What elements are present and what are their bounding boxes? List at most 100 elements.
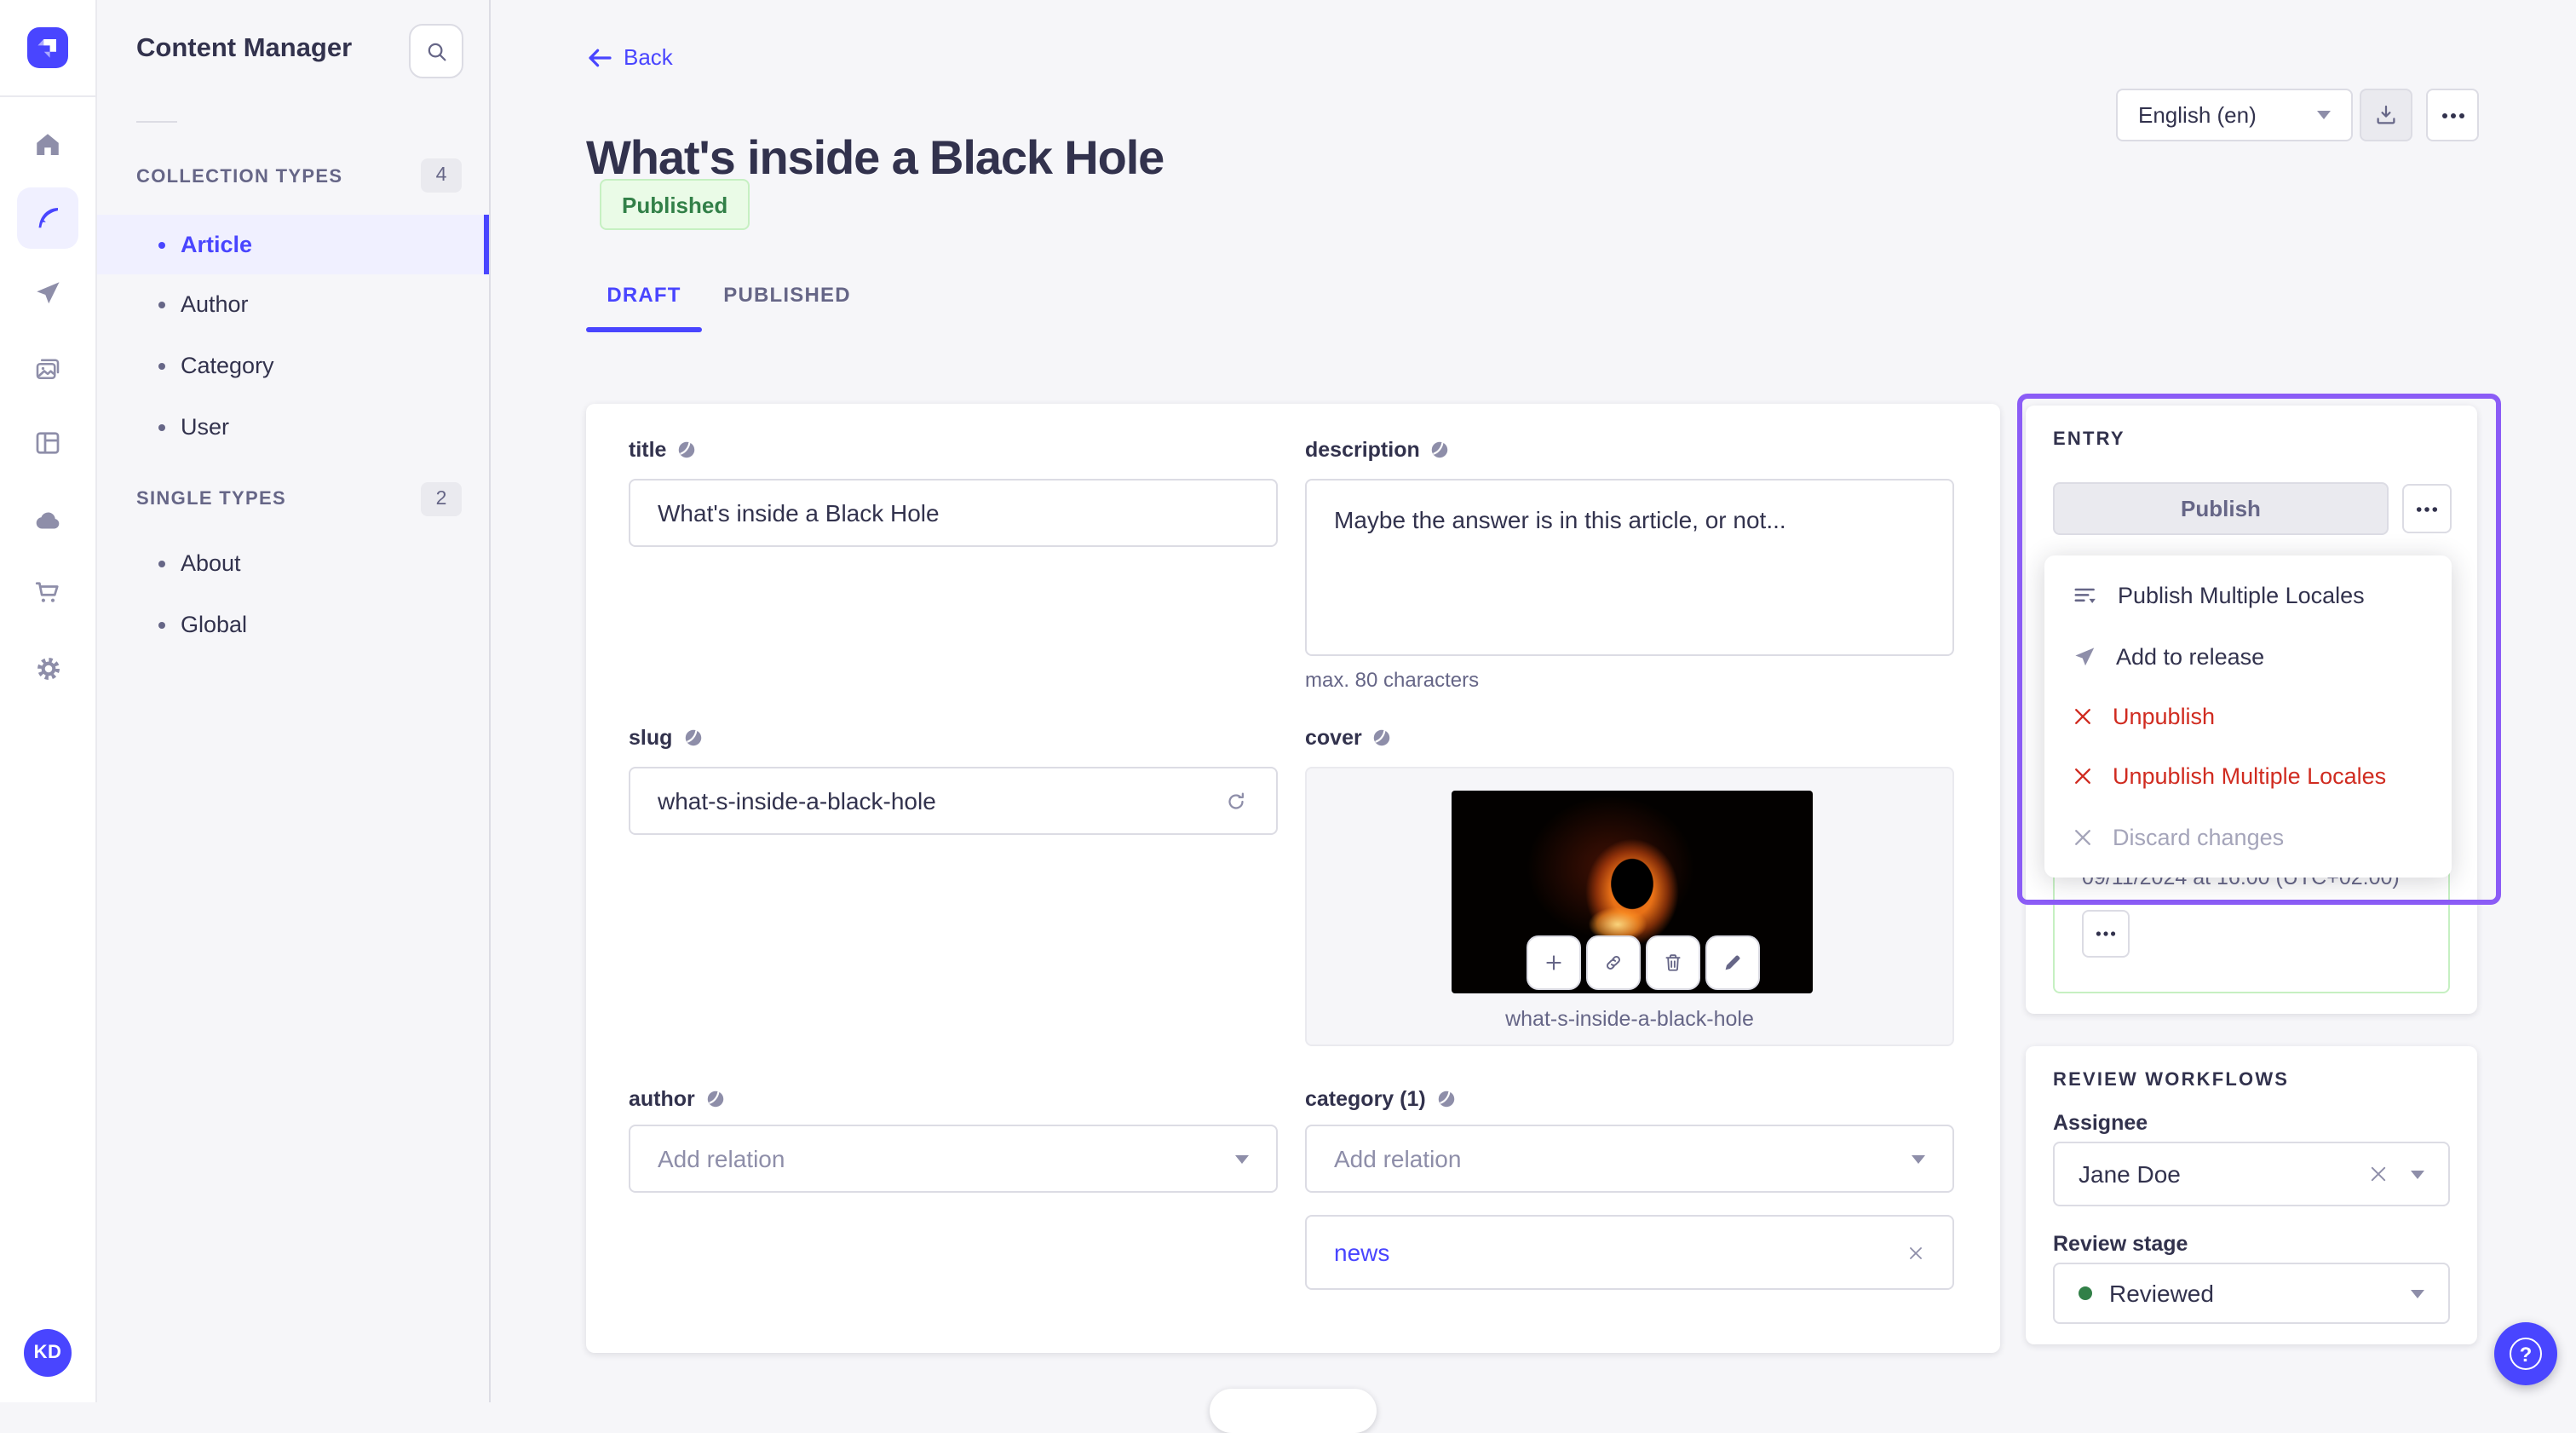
sidebar-item-about[interactable]: About <box>95 533 489 593</box>
sidebar-item-author[interactable]: Author <box>95 274 489 334</box>
stage-status-dot <box>2079 1286 2092 1300</box>
review-stage-select[interactable]: Reviewed <box>2053 1263 2450 1324</box>
chevron-down-icon <box>2411 1170 2424 1178</box>
plus-icon <box>1546 955 1561 970</box>
sidebar-item-global[interactable]: Global <box>95 595 489 654</box>
section-collection-types: COLLECTION TYPES <box>136 167 343 187</box>
collection-types-count-badge: 4 <box>421 158 462 193</box>
clear-assignee-icon[interactable] <box>2368 1164 2389 1184</box>
delete-media-button[interactable] <box>1646 935 1700 990</box>
field-label-text: description <box>1305 438 1420 462</box>
menu-item-unpublish-multiple-locales[interactable]: Unpublish Multiple Locales <box>2044 746 2452 807</box>
locale-select[interactable]: English (en) <box>2116 89 2353 141</box>
marketplace-cart-icon[interactable] <box>17 562 78 624</box>
tab-published[interactable]: PUBLISHED <box>722 276 852 314</box>
app-viewport: KD Content Manager COLLECTION TYPES 4 Ar… <box>0 0 2576 1433</box>
slug-input[interactable]: what-s-inside-a-black-hole <box>629 767 1278 835</box>
title-input[interactable]: What's inside a Black Hole <box>629 479 1278 547</box>
menu-item-label: Publish Multiple Locales <box>2118 583 2365 609</box>
menu-item-discard-changes[interactable]: Discard changes <box>2044 807 2452 867</box>
field-label-text: title <box>629 438 667 462</box>
search-button[interactable] <box>409 24 463 78</box>
locale-value: English (en) <box>2138 102 2257 128</box>
menu-item-add-to-release[interactable]: Add to release <box>2044 626 2452 687</box>
header-more-button[interactable] <box>2426 89 2479 141</box>
tab-draft[interactable]: DRAFT <box>586 276 702 314</box>
bullet-icon <box>158 423 165 430</box>
menu-item-label: Unpublish <box>2113 703 2216 729</box>
assignee-value: Jane Doe <box>2079 1160 2181 1188</box>
review-panel-heading: REVIEW WORKFLOWS <box>2053 1070 2290 1091</box>
assignee-label: Assignee <box>2053 1111 2148 1135</box>
category-field-label: category (1) <box>1305 1087 1457 1111</box>
content-manager-sidebar: Content Manager COLLECTION TYPES 4 Artic… <box>95 0 491 1402</box>
globe-icon <box>707 1091 724 1108</box>
regenerate-icon[interactable] <box>1223 788 1249 814</box>
menu-item-label: Unpublish Multiple Locales <box>2113 763 2387 790</box>
question-mark-icon: ? <box>2510 1338 2542 1370</box>
page-title: What's inside a Black Hole <box>586 130 1164 184</box>
link-icon <box>1607 956 1620 970</box>
assignee-combobox[interactable]: Jane Doe <box>2053 1142 2450 1206</box>
remove-relation-icon[interactable] <box>1906 1243 1925 1262</box>
cover-caption: what-s-inside-a-black-hole <box>1505 1007 1754 1031</box>
title-input-value: What's inside a Black Hole <box>658 499 940 527</box>
bottom-floating-widget[interactable] <box>1210 1389 1377 1433</box>
home-icon[interactable] <box>17 114 78 176</box>
back-arrow-icon <box>589 48 612 66</box>
list-plus-icon <box>2074 588 2096 603</box>
sidebar-item-label: User <box>181 414 230 440</box>
description-helper: max. 80 characters <box>1305 668 1480 692</box>
cross-icon <box>2075 708 2090 724</box>
description-textarea[interactable]: Maybe the answer is in this article, or … <box>1305 479 1954 656</box>
export-button[interactable] <box>2360 89 2412 141</box>
chevron-down-icon <box>1235 1154 1249 1163</box>
content-type-builder-icon[interactable] <box>17 412 78 474</box>
release-more-button[interactable] <box>2082 910 2130 958</box>
chevron-down-icon <box>2411 1289 2424 1298</box>
back-label: Back <box>624 44 673 70</box>
cover-toolbar <box>1527 935 1760 990</box>
slug-input-value: what-s-inside-a-black-hole <box>658 787 936 814</box>
publish-actions-menu: Publish Multiple Locales Add to release … <box>2044 555 2452 878</box>
bullet-icon <box>158 560 165 567</box>
sidebar-item-article[interactable]: Article <box>95 215 489 274</box>
back-link[interactable]: Back <box>588 44 673 70</box>
category-relation-select[interactable]: Add relation <box>1305 1125 1954 1193</box>
review-workflows-panel: REVIEW WORKFLOWS Assignee Jane Doe Revie… <box>2026 1046 2477 1344</box>
edit-media-button[interactable] <box>1705 935 1760 990</box>
entry-panel-heading: ENTRY <box>2053 429 2125 450</box>
menu-item-unpublish[interactable]: Unpublish <box>2044 687 2452 747</box>
strapi-logo-icon[interactable] <box>27 27 68 68</box>
sidebar-item-category[interactable]: Category <box>95 336 489 395</box>
pencil-icon <box>1725 955 1740 970</box>
cross-icon <box>2075 829 2090 845</box>
entry-more-button[interactable] <box>2402 484 2452 533</box>
add-media-button[interactable] <box>1527 935 1581 990</box>
help-button[interactable]: ? <box>2494 1322 2557 1385</box>
publish-button[interactable]: Publish <box>2053 482 2389 535</box>
sidebar-item-label: Global <box>181 612 248 637</box>
tab-active-underline <box>586 327 702 332</box>
user-avatar[interactable]: KD <box>24 1329 72 1377</box>
globe-icon <box>1374 729 1390 746</box>
section-single-types: SINGLE TYPES <box>136 489 286 509</box>
cover-media-field: what-s-inside-a-black-hole <box>1305 767 1954 1046</box>
author-relation-select[interactable]: Add relation <box>629 1125 1278 1193</box>
field-label-text: author <box>629 1087 695 1111</box>
stage-value: Reviewed <box>2109 1280 2214 1307</box>
slug-field-label: slug <box>629 726 703 750</box>
settings-gear-icon[interactable] <box>17 637 78 699</box>
cover-field-label: cover <box>1305 726 1393 750</box>
review-stage-label: Review stage <box>2053 1232 2188 1256</box>
copy-link-button[interactable] <box>1586 935 1641 990</box>
bullet-icon <box>158 301 165 308</box>
cross-icon <box>2075 768 2090 785</box>
relation-news-link[interactable]: news <box>1334 1239 1389 1266</box>
deploy-cloud-icon[interactable] <box>17 489 78 550</box>
releases-plane-icon[interactable] <box>17 262 78 324</box>
content-manager-feather-icon[interactable] <box>17 187 78 249</box>
menu-item-publish-multiple-locales[interactable]: Publish Multiple Locales <box>2044 566 2452 626</box>
sidebar-item-user[interactable]: User <box>95 397 489 457</box>
media-library-icon[interactable] <box>17 339 78 400</box>
